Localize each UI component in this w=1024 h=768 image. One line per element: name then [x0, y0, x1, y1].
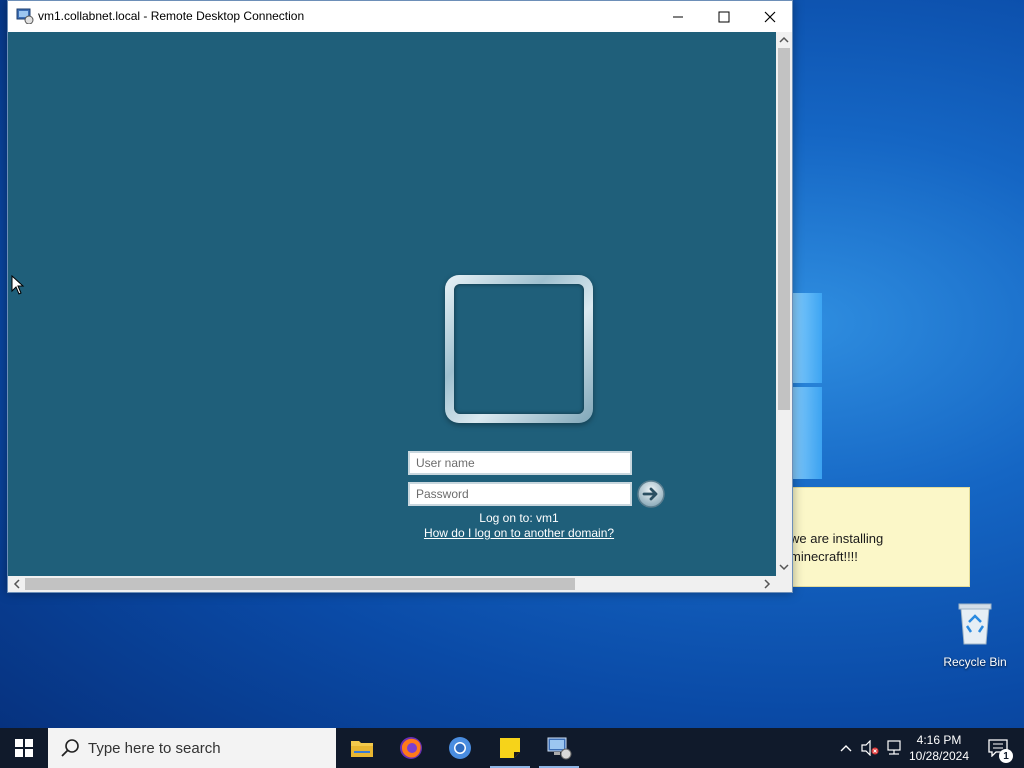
- horizontal-scroll-thumb[interactable]: [25, 578, 575, 590]
- sticky-note-text: we are installing minecraft!!!!: [790, 531, 884, 564]
- chevron-left-icon: [13, 579, 20, 589]
- close-button[interactable]: [747, 1, 793, 32]
- vertical-scrollbar[interactable]: [776, 32, 792, 576]
- chromium-icon: [449, 737, 471, 759]
- chevron-right-icon: [764, 579, 771, 589]
- window-title: vm1.collabnet.local - Remote Desktop Con…: [38, 9, 305, 23]
- file-explorer-icon: [351, 741, 373, 757]
- taskbar-chromium[interactable]: [436, 728, 484, 768]
- scroll-left-button[interactable]: [9, 576, 25, 592]
- vertical-scroll-thumb[interactable]: [778, 48, 790, 410]
- volume-muted-button[interactable]: [860, 738, 880, 758]
- search-placeholder: Type here to search: [88, 739, 221, 757]
- username-field[interactable]: [408, 451, 632, 475]
- network-button[interactable]: [884, 738, 904, 758]
- clock-date: 10/28/2024: [908, 749, 970, 763]
- clock-time: 4:16 PM: [916, 733, 962, 747]
- search-icon: [61, 739, 79, 757]
- network-icon: [887, 740, 901, 755]
- action-center-button[interactable]: 1: [978, 728, 1018, 768]
- system-clock[interactable]: 4:16 PM 10/28/2024: [904, 732, 974, 764]
- scroll-down-button[interactable]: [776, 560, 792, 574]
- remote-desktop-icon: [547, 737, 572, 760]
- chevron-up-icon: [779, 36, 789, 43]
- remote-session-area[interactable]: Log on to: vm1 How do I log on to anothe…: [8, 32, 776, 576]
- show-hidden-icons-button[interactable]: [836, 738, 856, 758]
- maximize-button[interactable]: [701, 1, 747, 32]
- recycle-bin-icon: [958, 603, 992, 645]
- sticky-notes-icon: [500, 738, 520, 758]
- scroll-right-button[interactable]: [759, 576, 775, 592]
- logon-to-text: Log on to: vm1: [479, 511, 559, 525]
- recycle-bin-label: Recycle Bin: [943, 655, 1007, 669]
- firefox-icon: [400, 737, 422, 759]
- taskbar-firefox[interactable]: [387, 728, 435, 768]
- recycle-bin[interactable]: Recycle Bin: [940, 600, 1010, 669]
- windows-start-icon: [15, 739, 33, 757]
- chevron-down-icon: [779, 564, 789, 571]
- password-field[interactable]: [408, 482, 632, 506]
- rdp-window[interactable]: vm1.collabnet.local - Remote Desktop Con…: [7, 0, 793, 593]
- maximize-icon: [718, 11, 730, 22]
- rdp-app-icon: [16, 8, 34, 24]
- chevron-up-icon: [840, 745, 852, 752]
- speaker-muted-icon: [861, 740, 879, 756]
- taskbar-sticky-notes[interactable]: [486, 728, 534, 768]
- notification-count-badge: 1: [999, 749, 1013, 763]
- taskbar: Type here to search 4:16 PM 10/28/2024 1: [0, 728, 1024, 768]
- another-domain-link[interactable]: How do I log on to another domain?: [408, 526, 630, 540]
- taskbar-remote-desktop[interactable]: [535, 728, 583, 768]
- mouse-cursor-icon: [11, 275, 25, 295]
- user-tile-picture: [454, 284, 584, 414]
- taskbar-file-explorer[interactable]: [338, 728, 386, 768]
- scroll-up-button[interactable]: [776, 33, 792, 47]
- scrollbar-corner: [776, 576, 792, 592]
- taskbar-search-box[interactable]: Type here to search: [48, 728, 336, 768]
- title-bar[interactable]: vm1.collabnet.local - Remote Desktop Con…: [8, 1, 792, 32]
- submit-arrow-button[interactable]: [636, 479, 666, 509]
- minimize-button[interactable]: [655, 1, 701, 32]
- minimize-icon: [673, 16, 683, 17]
- horizontal-scrollbar[interactable]: [8, 576, 776, 592]
- user-tile: [445, 275, 593, 423]
- close-icon: [764, 11, 776, 22]
- start-button[interactable]: [0, 728, 48, 768]
